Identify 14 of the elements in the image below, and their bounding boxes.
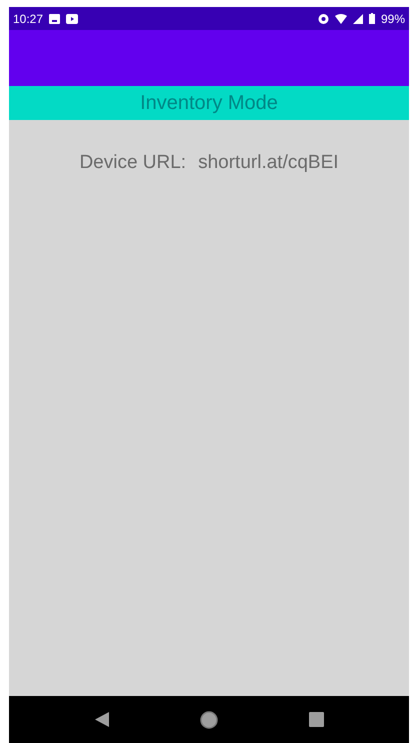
clock-text: 10:27 xyxy=(13,12,44,26)
battery-icon xyxy=(368,13,375,24)
video-icon xyxy=(66,14,78,24)
mode-title: Inventory Mode xyxy=(140,92,278,114)
wifi-icon xyxy=(334,14,347,24)
image-icon xyxy=(49,14,60,24)
back-icon[interactable] xyxy=(94,712,108,727)
eye-icon xyxy=(318,14,329,24)
home-icon[interactable] xyxy=(200,710,218,728)
device-url-value: shorturl.at/cqBEI xyxy=(198,152,339,175)
device-url-label: Device URL: xyxy=(79,152,186,175)
recents-icon[interactable] xyxy=(308,712,324,727)
signal-icon xyxy=(352,14,363,24)
battery-text: 99% xyxy=(380,12,405,26)
